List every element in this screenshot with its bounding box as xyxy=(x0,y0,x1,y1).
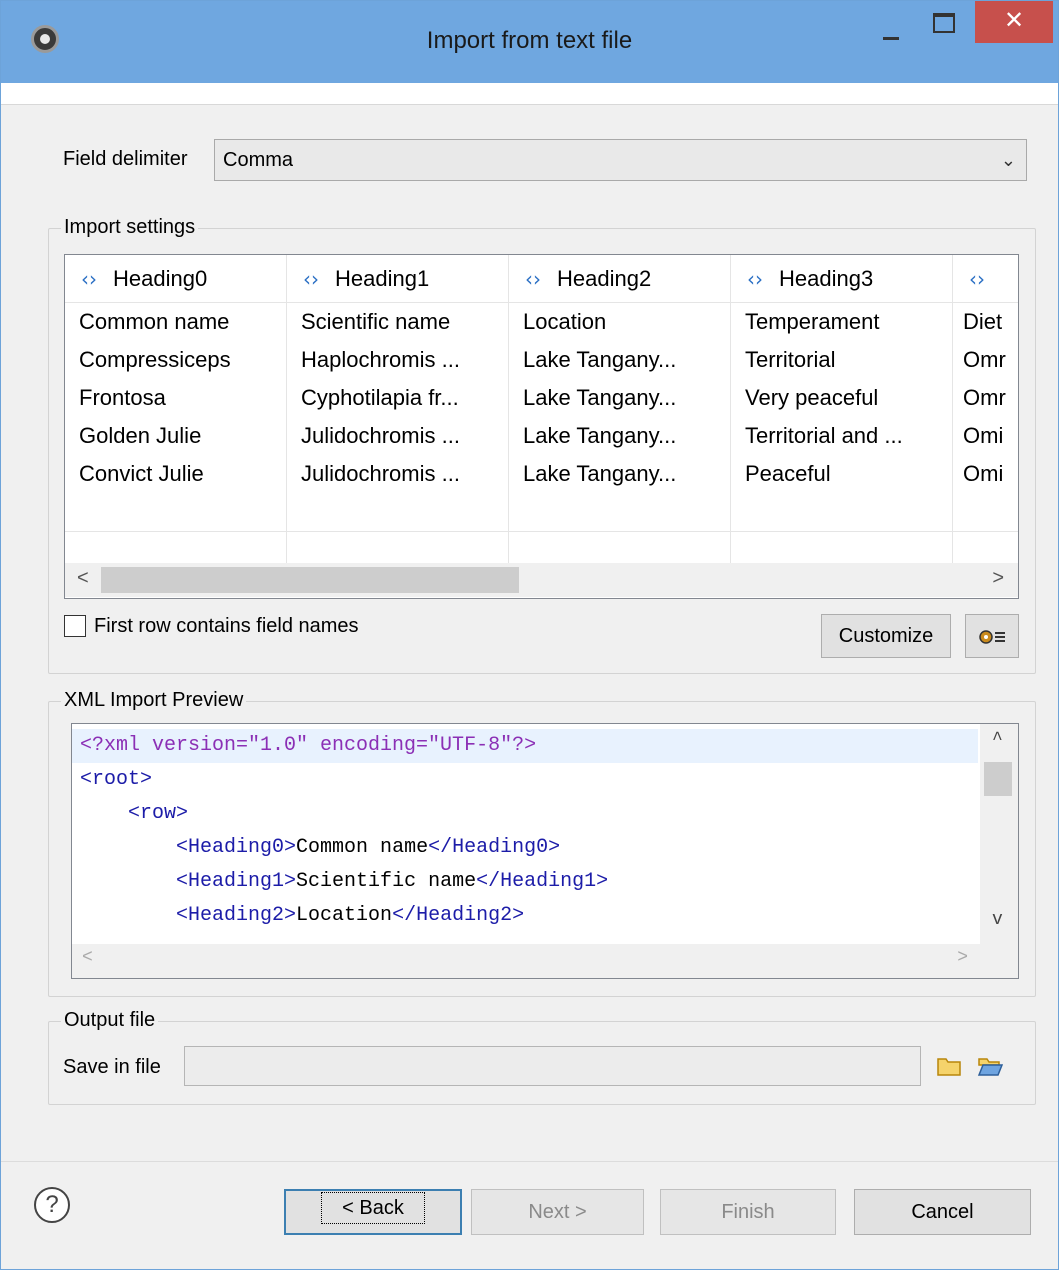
table-cell xyxy=(731,493,953,531)
import-settings-title: Import settings xyxy=(61,216,199,239)
minimize-button[interactable] xyxy=(869,1,915,43)
chevron-down-icon: ⌄ xyxy=(1000,150,1016,170)
back-button-label: < Back xyxy=(321,1192,425,1224)
close-icon: ✕ xyxy=(1003,7,1025,34)
column-header[interactable]: ‹› Heading1 xyxy=(287,255,509,303)
xml-vertical-scrollbar[interactable]: ^ v xyxy=(980,724,1018,944)
column-header[interactable]: ‹› Heading3 xyxy=(731,255,953,303)
scroll-down-icon[interactable]: v xyxy=(992,910,1003,930)
table-row[interactable]: Frontosa Cyphotilapia fr... Lake Tangany… xyxy=(65,379,1018,417)
column-code-icon: ‹› xyxy=(81,267,97,291)
first-row-field-names-label: First row contains field names xyxy=(94,615,359,637)
field-delimiter-label: Field delimiter xyxy=(63,148,188,170)
table-cell: Golden Julie xyxy=(65,417,287,455)
column-header[interactable]: ‹› xyxy=(953,255,1018,303)
first-row-field-names-checkbox[interactable] xyxy=(64,615,86,637)
xml-line: <Heading1>Scientific name</Heading1> xyxy=(176,870,609,893)
table-cell xyxy=(509,493,731,531)
table-row[interactable]: Convict Julie Julidochromis ... Lake Tan… xyxy=(65,455,1018,493)
table-header-row: ‹› Heading0 ‹› Heading1 ‹› Heading2 ‹› Headi… xyxy=(65,255,1018,303)
column-header[interactable]: ‹› Heading0 xyxy=(65,255,287,303)
table-cell: Scientific name xyxy=(287,303,509,341)
table-cell: Omi xyxy=(963,461,1004,486)
column-code-icon: ‹› xyxy=(969,267,985,291)
column-code-icon: ‹› xyxy=(303,267,319,291)
footer-separator xyxy=(1,1161,1058,1162)
table-cell xyxy=(287,493,509,531)
field-delimiter-value: Comma xyxy=(223,149,294,171)
table-cell: Cyphotilapia fr... xyxy=(287,379,509,417)
xml-line: <Heading0>Common name</Heading0> xyxy=(176,836,561,859)
table-cell: Diet xyxy=(963,309,1003,334)
table-cell: Julidochromis ... xyxy=(287,417,509,455)
table-row[interactable]: Golden Julie Julidochromis ... Lake Tang… xyxy=(65,417,1018,455)
xml-preview-title: XML Import Preview xyxy=(61,689,247,712)
table-cell: Compressiceps xyxy=(65,341,287,379)
table-cell: Lake Tangany... xyxy=(509,455,731,493)
table-cell: Peaceful xyxy=(731,455,953,493)
table-cell: Very peaceful xyxy=(731,379,953,417)
maximize-button[interactable] xyxy=(921,1,967,43)
scrollbar-thumb[interactable] xyxy=(984,762,1012,796)
table-cell xyxy=(65,493,287,531)
table-cell: Lake Tangany... xyxy=(509,379,731,417)
xml-line: <Heading2>Location</Heading2> xyxy=(176,904,525,927)
column-header[interactable]: ‹› Heading2 xyxy=(509,255,731,303)
xml-horizontal-scrollbar[interactable]: < > xyxy=(72,944,1018,978)
table-cell: Haplochromis ... xyxy=(287,341,509,379)
scroll-left-icon[interactable]: < xyxy=(77,567,89,590)
xml-preview-editor[interactable]: <?xml version="1.0" encoding="UTF-8"?> <… xyxy=(71,723,1019,979)
table-cell: Omr xyxy=(963,347,1006,372)
settings-button[interactable] xyxy=(965,614,1019,658)
save-in-file-input[interactable] xyxy=(184,1046,921,1086)
table-cell: Common name xyxy=(65,303,287,341)
xml-line: <root> xyxy=(80,768,153,791)
scroll-up-icon[interactable]: ^ xyxy=(992,730,1003,750)
finish-button[interactable]: Finish xyxy=(660,1189,836,1235)
back-button[interactable]: < Back xyxy=(284,1189,462,1235)
table-cell: Territorial and ... xyxy=(731,417,953,455)
scrollbar-thumb[interactable] xyxy=(101,567,519,593)
table-cell: Julidochromis ... xyxy=(287,455,509,493)
import-table: ‹› Heading0 ‹› Heading1 ‹› Heading2 ‹› Headi… xyxy=(64,254,1019,599)
table-cell: Convict Julie xyxy=(65,455,287,493)
open-folder-icon[interactable] xyxy=(977,1055,1003,1077)
scroll-right-icon[interactable]: > xyxy=(957,948,968,968)
column-code-icon: ‹› xyxy=(525,267,541,291)
help-icon[interactable]: ? xyxy=(34,1187,70,1223)
next-button[interactable]: Next > xyxy=(471,1189,644,1235)
column-code-icon: ‹› xyxy=(747,267,763,291)
output-file-title: Output file xyxy=(61,1009,159,1032)
scroll-right-icon[interactable]: > xyxy=(992,567,1004,590)
table-cell: Frontosa xyxy=(65,379,287,417)
table-row[interactable]: Compressiceps Haplochromis ... Lake Tang… xyxy=(65,341,1018,379)
save-in-file-label: Save in file xyxy=(63,1056,161,1078)
import-dialog: Import from text file ✕ Field delimiter … xyxy=(0,0,1059,1270)
table-cell: Territorial xyxy=(731,341,953,379)
title-bar[interactable]: Import from text file ✕ xyxy=(1,1,1058,83)
table-cell: Lake Tangany... xyxy=(509,417,731,455)
scroll-left-icon[interactable]: < xyxy=(82,948,93,968)
close-button[interactable]: ✕ xyxy=(975,1,1053,43)
folder-icon[interactable] xyxy=(936,1055,962,1077)
gear-list-icon xyxy=(979,630,1005,644)
table-horizontal-scrollbar[interactable]: < > xyxy=(65,563,1018,597)
table-cell: Lake Tangany... xyxy=(509,341,731,379)
table-row-empty xyxy=(65,493,1018,531)
dialog-message-area xyxy=(1,83,1058,105)
table-cell: Temperament xyxy=(731,303,953,341)
table-cell: Location xyxy=(509,303,731,341)
cancel-button[interactable]: Cancel xyxy=(854,1189,1031,1235)
table-row[interactable]: Common name Scientific name Location Tem… xyxy=(65,303,1018,341)
field-delimiter-select[interactable]: Comma ⌄ xyxy=(214,139,1027,181)
table-cell: Omr xyxy=(963,385,1006,410)
xml-line: <row> xyxy=(128,802,189,825)
customize-button[interactable]: Customize xyxy=(821,614,951,658)
table-cell: Omi xyxy=(963,423,1004,448)
xml-line: <?xml version="1.0" encoding="UTF-8"?> xyxy=(72,729,978,763)
